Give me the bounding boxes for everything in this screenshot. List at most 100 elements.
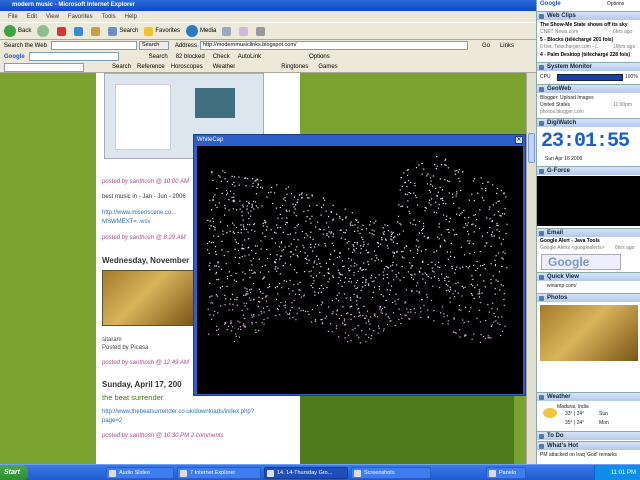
particle xyxy=(463,226,465,229)
forward-button[interactable] xyxy=(37,25,51,37)
particle xyxy=(287,313,289,315)
clip-item[interactable]: 5 - Blocks (téléchargé 201 fois) xyxy=(540,37,613,43)
particle xyxy=(301,197,303,199)
particle xyxy=(345,216,347,218)
particle xyxy=(261,205,263,207)
links-label[interactable]: Links xyxy=(500,43,514,49)
search-button[interactable]: Search xyxy=(108,26,138,36)
mail-button[interactable] xyxy=(239,26,250,36)
whitecap-window[interactable]: WhiteCap ✕ xyxy=(193,134,526,396)
post-link[interactable]: http://www.misenscene.co... xyxy=(102,210,176,216)
email-subject[interactable]: Google Alert - Java Tools xyxy=(540,238,600,244)
clip-item[interactable]: 4 - Palm Desktop (téléchargé 228 fois) xyxy=(540,52,630,58)
panel-g-force[interactable]: G-Force xyxy=(537,166,640,175)
particle xyxy=(450,242,452,244)
popups-blocked[interactable]: 82 blocked xyxy=(176,54,205,60)
stop-button[interactable] xyxy=(57,26,68,36)
panel-email[interactable]: Email xyxy=(537,228,640,237)
print-button[interactable] xyxy=(256,26,267,36)
links-search-input[interactable] xyxy=(4,62,84,72)
link-games[interactable]: Games xyxy=(318,64,337,70)
panel-quick-view[interactable]: Quick View xyxy=(537,272,640,281)
menu-edit[interactable]: Edit xyxy=(27,14,37,20)
sidebar-options-button[interactable]: Options xyxy=(607,1,624,7)
quickview-url[interactable]: winamp.com/ xyxy=(547,283,576,289)
link-ringtones[interactable]: Ringtones xyxy=(281,64,308,70)
panel-photos[interactable]: Photos xyxy=(537,293,640,302)
slideshow-photo[interactable] xyxy=(540,305,638,361)
news-item[interactable]: PM attacked on Iraq 'God' remarks xyxy=(540,452,617,458)
post-title[interactable]: the beat surrender xyxy=(102,393,163,402)
panel-system-monitor[interactable]: System Monitor xyxy=(537,62,640,71)
menu-view[interactable]: View xyxy=(46,14,59,20)
link-search[interactable]: Search xyxy=(112,64,131,70)
task-whitecap[interactable]: 14. 14-Thursday Gro... xyxy=(264,467,348,479)
particle xyxy=(353,248,355,250)
scrollbar-thumb[interactable] xyxy=(528,133,535,163)
post-link-cont[interactable]: MSWMEXT=..wsv xyxy=(102,219,151,225)
menu-tools[interactable]: Tools xyxy=(102,14,116,20)
panel-to-do[interactable]: To Do xyxy=(537,431,640,440)
menu-favorites[interactable]: Favorites xyxy=(68,14,93,20)
menu-help[interactable]: Help xyxy=(125,14,137,20)
particle xyxy=(215,273,217,275)
particle xyxy=(281,250,283,252)
link-horoscopes[interactable]: Horoscopes xyxy=(171,64,203,70)
particle xyxy=(444,277,446,279)
particle xyxy=(382,295,385,297)
particle xyxy=(348,240,350,243)
task-screenshots[interactable]: Screenshots xyxy=(351,467,431,479)
refresh-button[interactable] xyxy=(74,26,85,36)
panel-web-clips[interactable]: Web Clips xyxy=(537,11,640,20)
task-panelo[interactable]: Panelo xyxy=(486,467,526,479)
task-internet-explorer[interactable]: 7 Internet Explorer xyxy=(177,467,261,479)
post-image[interactable] xyxy=(102,270,194,326)
particle xyxy=(298,307,300,309)
particle xyxy=(502,213,504,215)
search-web-input[interactable] xyxy=(50,41,137,50)
close-button[interactable]: ✕ xyxy=(515,136,523,144)
task-audio-slideo[interactable]: Audio Slideo xyxy=(106,467,174,479)
particle xyxy=(285,188,287,190)
panel-weather[interactable]: Weather xyxy=(537,392,640,401)
particle xyxy=(422,260,424,262)
google-options-button[interactable]: Options xyxy=(309,54,330,60)
post-footer[interactable]: posted by santhosh @ 10:30 PM 2 comments xyxy=(102,433,224,439)
particle xyxy=(442,202,444,204)
particle xyxy=(292,316,294,319)
particle xyxy=(257,305,259,308)
spell-check-button[interactable]: Check xyxy=(213,54,230,60)
google-logo[interactable]: Google xyxy=(4,54,25,60)
panel-geoweb[interactable]: GeoWeb xyxy=(537,84,640,93)
google-search-input[interactable] xyxy=(28,52,119,61)
vertical-scrollbar[interactable] xyxy=(526,73,536,464)
menu-file[interactable]: File xyxy=(8,14,18,20)
link-reference[interactable]: Reference xyxy=(137,64,165,70)
google-search-button[interactable]: Search xyxy=(149,54,168,60)
media-button[interactable]: Media xyxy=(186,25,216,37)
panel-digiwatch[interactable]: DigiWatch xyxy=(537,118,640,127)
home-button[interactable] xyxy=(91,26,102,36)
particle xyxy=(412,278,414,281)
search-web-button[interactable]: Search xyxy=(138,41,169,50)
geoweb-line[interactable]: Blogger: Upload Images xyxy=(540,95,594,101)
clip-item[interactable]: The Show-Me State shows off its sky xyxy=(540,22,628,28)
address-input[interactable]: http://modernmusiclinks.blogspot.com/ xyxy=(199,41,468,50)
post-link[interactable]: http://www.thebeatsurrender.co.uk/downlo… xyxy=(102,409,254,415)
back-button[interactable]: Back xyxy=(4,25,31,37)
geoweb-url[interactable]: photos.blogger.com xyxy=(540,109,584,115)
sidebar-google-logo[interactable]: Google xyxy=(540,1,561,7)
particle xyxy=(270,229,272,231)
particle xyxy=(498,271,500,273)
start-button[interactable]: Start xyxy=(0,465,28,480)
particle xyxy=(255,193,257,195)
go-button[interactable]: Go xyxy=(482,43,490,49)
history-button[interactable] xyxy=(222,26,233,36)
post-link-cont[interactable]: page=2 xyxy=(102,418,122,424)
autolink-button[interactable]: AutoLink xyxy=(238,54,261,60)
link-weather[interactable]: Weather xyxy=(213,64,236,70)
favorites-button[interactable]: Favorites xyxy=(144,26,180,36)
particle xyxy=(490,282,492,284)
particle xyxy=(248,202,250,204)
panel-whats-hot[interactable]: What's Hot xyxy=(537,441,640,450)
